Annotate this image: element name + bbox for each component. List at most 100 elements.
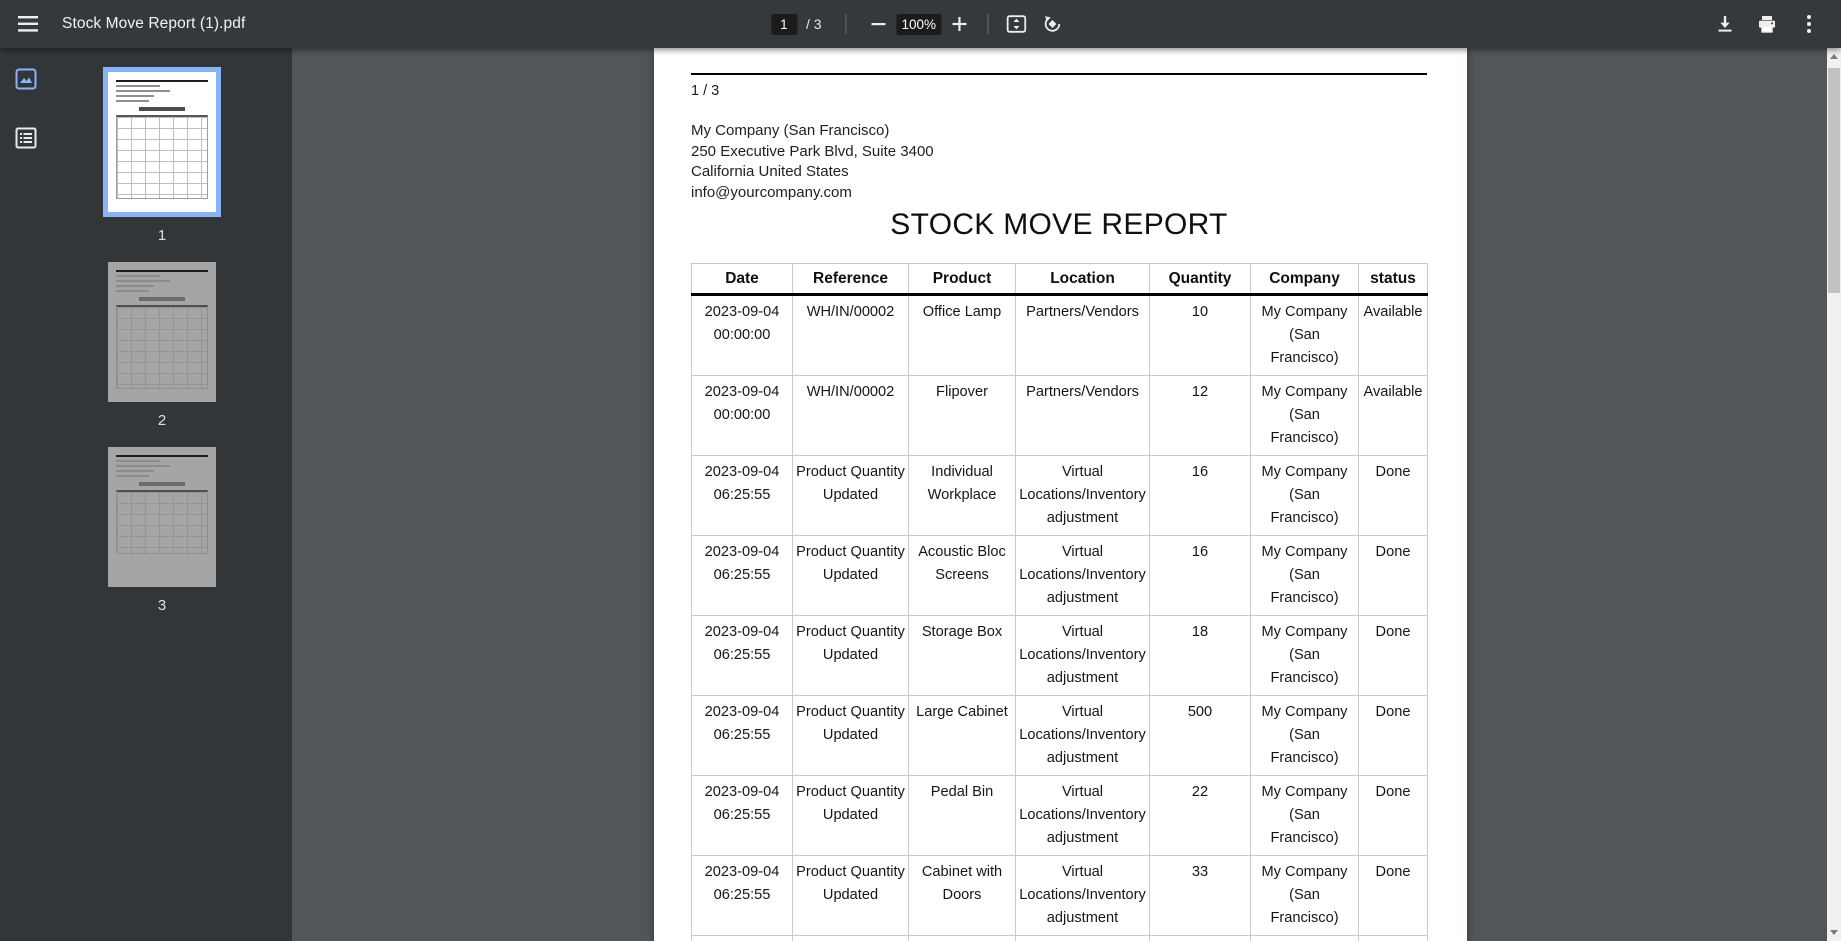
table-cell: Product Quantity Updated: [792, 615, 909, 696]
table-cell: 16: [1149, 455, 1251, 536]
table-cell: WH/IN/00002: [792, 375, 909, 456]
vertical-scrollbar[interactable]: [1827, 48, 1841, 941]
table-cell: Partners/Vendors: [1015, 375, 1150, 456]
table-cell: 10: [1149, 294, 1251, 376]
download-icon: [1716, 15, 1734, 33]
thumbnail-page-preview[interactable]: [103, 67, 221, 217]
table-header-row: Date Reference Product Location Quantity Comp…: [691, 263, 1428, 296]
zoom-in-icon: [952, 17, 967, 31]
table-cell: My Company (San Francisco): [1250, 535, 1359, 616]
table-cell: Large Cabinet: [908, 695, 1016, 776]
table-cell: Done: [1358, 935, 1428, 941]
fit-page-button[interactable]: [998, 6, 1034, 42]
table-body: 2023-09-04 00:00:00 WH/IN/00002 Office Lam…: [691, 294, 1428, 941]
menu-button[interactable]: [10, 6, 46, 42]
sidebar-view-toggles: [8, 62, 44, 157]
table-cell: 2023-09-04 06:25:55: [691, 775, 793, 856]
table-cell: Product Quantity Updated: [792, 855, 909, 936]
table-header-cell: Date: [691, 263, 793, 296]
table-cell: Done: [1358, 695, 1428, 776]
mini-text-line: [116, 470, 154, 472]
thumbnails-view-button[interactable]: [8, 62, 44, 98]
page-thumbnail-3[interactable]: 3: [108, 447, 216, 616]
table-cell: Done: [1358, 615, 1428, 696]
mini-text-line: [116, 290, 149, 292]
toolbar-right-group: [1707, 6, 1841, 42]
document-viewport[interactable]: 1 / 3 My Company (San Francisco) 250 Exe…: [292, 48, 1841, 941]
scroll-down-button[interactable]: [1827, 924, 1841, 941]
company-address: 250 Executive Park Blvd, Suite 3400: [691, 142, 934, 160]
table-cell: Cabinet with Doors: [908, 855, 1016, 936]
table-cell: Done: [1358, 535, 1428, 616]
table-cell: Virtual Locations/Inventory adjustment: [1015, 455, 1150, 536]
zoom-in-button[interactable]: [941, 6, 977, 42]
mini-rule: [116, 270, 208, 272]
mini-text-line: [116, 460, 160, 462]
table-cell: Done: [1358, 855, 1428, 936]
fit-page-icon: [1006, 14, 1026, 34]
table-cell: My Company (San Francisco): [1250, 695, 1359, 776]
table-row: 2023-09-04 06:25:55Product Quantity Upda…: [691, 455, 1428, 536]
table-cell: 2023-09-04 06:25:55: [691, 535, 793, 616]
document-outline-icon: [15, 127, 37, 152]
toolbar-center-group: / 3 100%: [770, 0, 1070, 48]
table-cell: My Company (San Francisco): [1250, 775, 1359, 856]
mini-text-line: [116, 475, 149, 477]
thumbnail-page-number: 2: [157, 412, 167, 429]
table-cell: 2023-09-04 06:25:55: [691, 855, 793, 936]
table-cell: Individual Workplace: [908, 455, 1016, 536]
mini-title-bar: [139, 297, 185, 301]
zoom-out-icon: [871, 17, 886, 31]
table-row: 2023-09-04 06:25:55Product Quantity Upda…: [691, 775, 1428, 856]
table-cell: Virtual Locations/Inventory adjustment: [1015, 695, 1150, 776]
page-thumbnail-1[interactable]: 1: [103, 67, 221, 246]
table-cell: Virtual Locations/Inventory adjustment: [1015, 935, 1150, 941]
table-header-cell: Product: [908, 263, 1016, 296]
download-button[interactable]: [1707, 6, 1743, 42]
mini-rule: [116, 80, 208, 82]
table-row: 2023-09-04 00:00:00 WH/IN/00002 Flipover Pa…: [691, 375, 1428, 456]
thumbnail-page-preview[interactable]: [108, 447, 216, 587]
mini-text-line: [116, 90, 170, 92]
table-cell: Partners/Vendors: [1015, 294, 1150, 376]
menu-icon: [18, 16, 38, 32]
mini-title-bar: [139, 482, 185, 486]
table-cell: 18: [1149, 615, 1251, 696]
zoom-out-button[interactable]: [861, 6, 897, 42]
pdf-page: 1 / 3 My Company (San Francisco) 250 Exe…: [654, 48, 1467, 941]
table-cell: 33: [1149, 855, 1251, 936]
rotate-counterclockwise-button[interactable]: [1034, 6, 1070, 42]
scroll-down-arrow-icon: [1830, 930, 1838, 935]
mini-table: [116, 490, 208, 554]
table-row: 2023-09-04 06:25:55Product Quantity Upda…: [691, 935, 1428, 941]
table-cell: Virtual Locations/Inventory adjustment: [1015, 775, 1150, 856]
more-options-button[interactable]: [1791, 6, 1827, 42]
table-cell: Product Quantity Updated: [792, 535, 909, 616]
table-cell: Done: [1358, 775, 1428, 856]
mini-text-line: [116, 465, 170, 467]
thumbnail-list: 1 2 3: [52, 48, 272, 941]
thumbnail-page-number: 3: [157, 597, 167, 614]
document-outline-button[interactable]: [8, 121, 44, 157]
company-address-block: My Company (San Francisco) 250 Executive…: [691, 121, 1427, 203]
table-cell: Virtual Locations/Inventory adjustment: [1015, 535, 1150, 616]
table-row: 2023-09-04 06:25:55Product Quantity Upda…: [691, 855, 1428, 936]
table-cell: 2023-09-04 06:25:55: [691, 695, 793, 776]
table-cell: Available: [1358, 294, 1428, 376]
zoom-level-button[interactable]: 100%: [896, 13, 942, 35]
page-count-label: / 3: [805, 16, 822, 32]
table-cell: Product Quantity Updated: [792, 455, 909, 536]
more-vertical-icon: [1807, 15, 1811, 33]
toolbar-divider: [987, 14, 989, 34]
mini-title-bar: [139, 107, 185, 111]
table-cell: 2023-09-04 06:25:55: [691, 935, 793, 941]
page-thumbnail-2[interactable]: 2: [108, 262, 216, 431]
scrollbar-thumb[interactable]: [1828, 68, 1840, 293]
table-cell: Product Quantity Updated: [792, 695, 909, 776]
page-number-input[interactable]: [770, 13, 797, 35]
print-button[interactable]: [1749, 6, 1785, 42]
thumbnail-page-preview[interactable]: [108, 262, 216, 402]
report-page-indicator: 1 / 3: [691, 83, 720, 99]
table-row: 2023-09-04 06:25:55Product Quantity Upda…: [691, 695, 1428, 776]
scroll-up-button[interactable]: [1827, 48, 1841, 65]
